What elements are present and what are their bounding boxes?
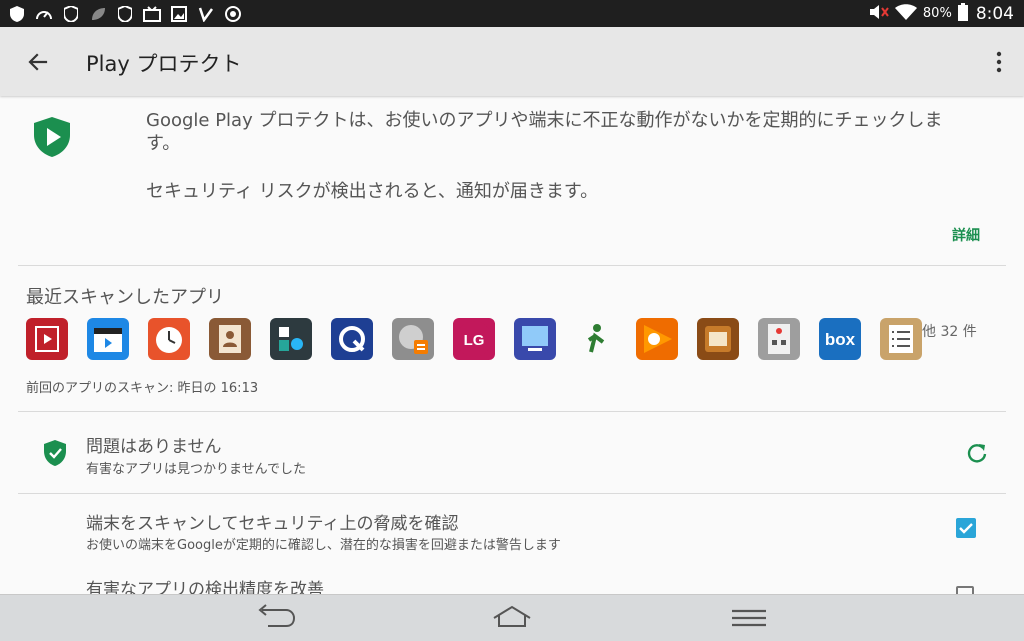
home-nav-icon[interactable] bbox=[490, 604, 534, 632]
svg-text:box: box bbox=[825, 330, 856, 349]
divider bbox=[18, 411, 1006, 412]
divider bbox=[18, 265, 1006, 266]
scan-device-setting-subtitle: お使いの端末をGoogleが定期的に確認し、潜在的な損害を回避または警告します bbox=[86, 538, 561, 553]
leaf-icon bbox=[89, 5, 107, 23]
page-title: Play プロテクト bbox=[86, 52, 242, 76]
notification-icons bbox=[8, 5, 242, 23]
status-title: 問題はありません bbox=[86, 437, 222, 457]
diodict-icon[interactable] bbox=[697, 318, 739, 360]
play-music-icon[interactable] bbox=[636, 318, 678, 360]
back-nav-icon[interactable] bbox=[254, 604, 298, 632]
shield-check-icon bbox=[44, 440, 66, 466]
details-link[interactable]: 詳細 bbox=[952, 225, 980, 245]
status-subtitle: 有害なアプリは見つかりませんでした bbox=[86, 462, 306, 477]
recent-apps-list: LG box bbox=[26, 318, 922, 360]
battery-percent: 80% bbox=[922, 6, 952, 21]
play-protect-shield-icon bbox=[34, 117, 70, 157]
disk-transfer-icon[interactable] bbox=[392, 318, 434, 360]
divider bbox=[18, 493, 1006, 494]
scan-device-setting-title: 端末をスキャンしてセキュリティ上の脅威を確認 bbox=[86, 514, 459, 534]
quick-icon[interactable] bbox=[331, 318, 373, 360]
navigation-bar bbox=[0, 594, 1024, 641]
checklist-icon[interactable] bbox=[880, 318, 922, 360]
media-icon bbox=[143, 5, 161, 23]
speedometer-icon bbox=[35, 5, 53, 23]
tv-screen-icon[interactable] bbox=[514, 318, 556, 360]
contacts-book-icon[interactable] bbox=[209, 318, 251, 360]
risk-notice: セキュリティ リスクが検出されると、通知が届きます。 bbox=[146, 181, 599, 202]
person-lift-icon[interactable] bbox=[575, 318, 617, 360]
alarm-clock-icon[interactable] bbox=[148, 318, 190, 360]
more-apps-count[interactable]: 他 32 件 bbox=[922, 321, 977, 341]
image-icon bbox=[170, 5, 188, 23]
box-icon[interactable]: box bbox=[819, 318, 861, 360]
chrome-icon bbox=[224, 5, 242, 23]
overflow-menu-icon[interactable] bbox=[994, 49, 1004, 75]
recents-nav-icon[interactable] bbox=[727, 604, 771, 632]
last-scan-time: 前回のアプリのスキャン: 昨日の 16:13 bbox=[26, 381, 259, 396]
shield-icon bbox=[62, 5, 80, 23]
refresh-icon[interactable] bbox=[966, 442, 988, 464]
remote-icon[interactable] bbox=[758, 318, 800, 360]
status-bar: 80% 8:04 bbox=[0, 0, 1024, 27]
back-arrow-icon[interactable] bbox=[24, 48, 52, 76]
mute-icon bbox=[869, 4, 889, 24]
system-status: 80% 8:04 bbox=[869, 2, 1014, 25]
dashboard-icon[interactable] bbox=[270, 318, 312, 360]
shield-icon bbox=[116, 5, 134, 23]
wifi-icon bbox=[894, 3, 917, 24]
movie-film-icon[interactable] bbox=[26, 318, 68, 360]
clock: 8:04 bbox=[975, 3, 1014, 24]
clapperboard-icon[interactable] bbox=[87, 318, 129, 360]
lg-logo-icon[interactable]: LG bbox=[453, 318, 495, 360]
recent-scan-title: 最近スキャンしたアプリ bbox=[26, 287, 224, 308]
app-bar: Play プロテクト bbox=[0, 27, 1024, 96]
protect-description: Google Play プロテクトは、お使いのアプリや端末に不正な動作がないかを… bbox=[146, 110, 943, 154]
scan-device-checkbox[interactable] bbox=[956, 518, 976, 538]
shield-icon bbox=[8, 5, 26, 23]
clipboard-check-icon bbox=[197, 5, 215, 23]
battery-icon bbox=[957, 2, 968, 25]
svg-text:LG: LG bbox=[464, 332, 485, 349]
